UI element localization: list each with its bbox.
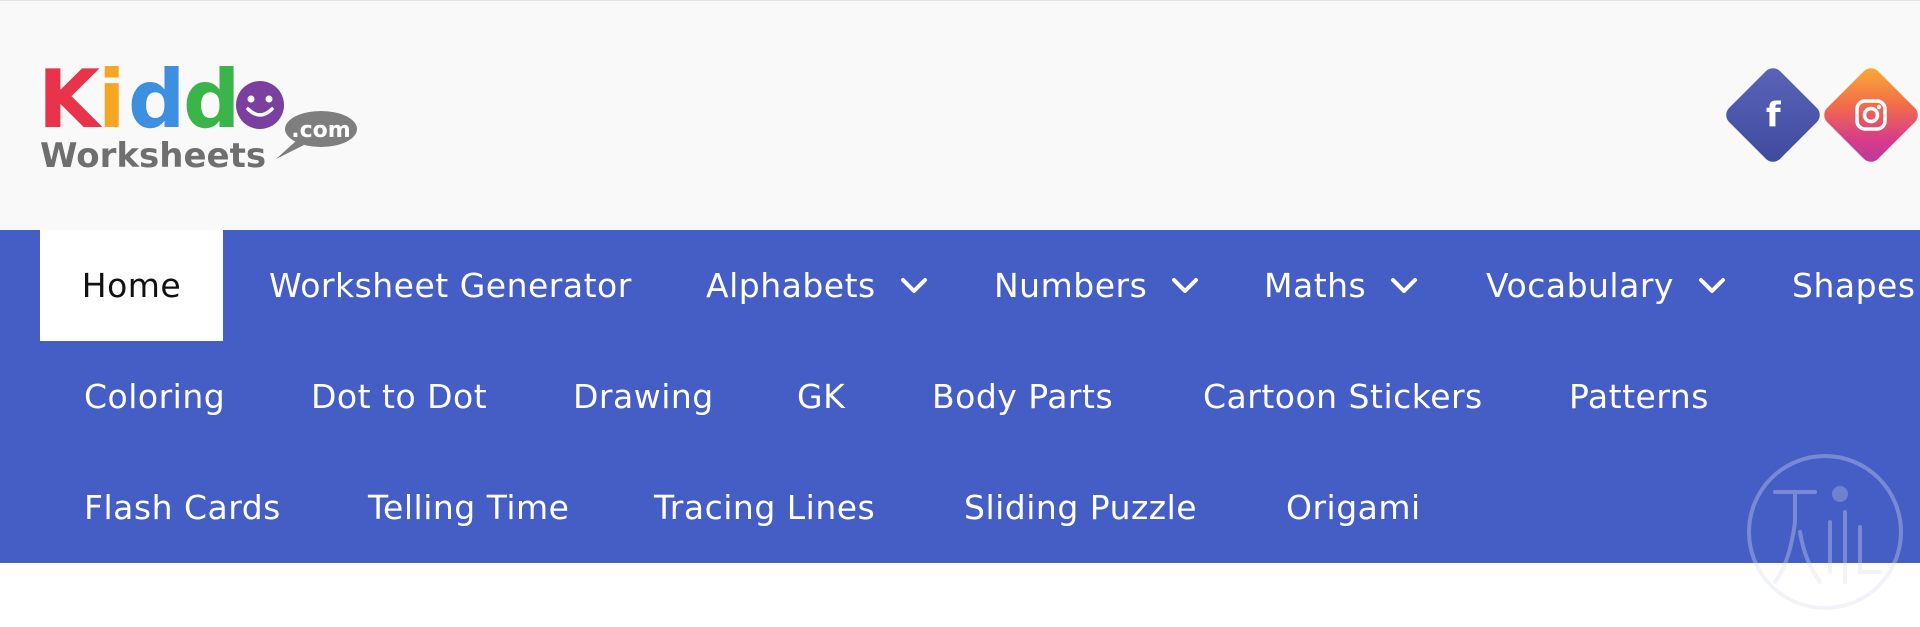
nav-item-label: Origami [1286,488,1421,527]
nav-item-telling-time[interactable]: Telling Time [368,452,569,563]
instagram-link[interactable] [1820,64,1920,166]
nav-item-label: Tracing Lines [654,488,876,527]
nav-item-cartoon-stickers[interactable]: Cartoon Stickers [1203,341,1483,452]
logo-subtitle: Worksheets [40,136,266,176]
nav-item-tracing-lines[interactable]: Tracing Lines [654,452,875,563]
nav-item-sliding-puzzle[interactable]: Sliding Puzzle [964,452,1197,563]
nav-item-label: Shapes [1792,266,1916,305]
nav-item-label: Drawing [573,377,714,416]
chevron-down-icon [900,277,927,293]
nav-row-2: Coloring Dot to Dot Drawing GK Body Part… [0,341,1920,452]
logo-tld-bubble: .com [276,111,357,159]
nav-item-maths[interactable]: Maths [1264,230,1418,341]
site-logo[interactable]: K i d d Worksheets .com [38,55,368,177]
nav-item-drawing[interactable]: Drawing [573,341,714,452]
nav-item-label: Cartoon Stickers [1203,377,1483,416]
chevron-down-icon [1391,277,1418,293]
nav-item-label: Worksheet Generator [269,266,632,305]
logo-letter-k: K [38,55,103,146]
nav-item-label: Home [81,266,182,305]
nav-item-label: Maths [1264,266,1367,305]
logo-letter-i: i [98,55,125,146]
nav-item-gk[interactable]: GK [797,341,845,452]
nav-row-3: Flash Cards Telling Time Tracing Lines S… [0,452,1920,563]
nav-row-1: Home Worksheet Generator Alphabets Numbe… [0,230,1920,341]
logo-tld: .com [291,118,350,143]
nav-item-patterns[interactable]: Patterns [1569,341,1709,452]
nav-item-alphabets[interactable]: Alphabets [706,230,928,341]
chevron-down-icon [1172,277,1199,293]
nav-item-origami[interactable]: Origami [1286,452,1421,563]
nav-item-label: Vocabulary [1486,266,1674,305]
nav-item-label: Sliding Puzzle [964,488,1198,527]
logo-graphic: K i d d Worksheets .com [38,55,357,176]
nav-item-worksheet-generator[interactable]: Worksheet Generator [269,230,632,341]
nav-item-label: GK [797,377,846,416]
nav-item-coloring[interactable]: Coloring [84,341,225,452]
nav-item-label: Coloring [84,377,226,416]
nav-item-shapes[interactable]: Shapes [1792,230,1916,341]
facebook-icon: f [1765,94,1781,135]
main-navigation: Home Worksheet Generator Alphabets Numbe… [0,230,1920,563]
nav-item-vocabulary[interactable]: Vocabulary [1486,230,1726,341]
logo-letter-d1: d [128,55,185,146]
facebook-link[interactable]: f [1722,64,1824,166]
nav-item-label: Patterns [1569,377,1709,416]
nav-item-dot-to-dot[interactable]: Dot to Dot [311,341,487,452]
instagram-icon [1853,97,1889,133]
nav-item-flash-cards[interactable]: Flash Cards [84,452,281,563]
logo-letter-d2: d [183,55,240,146]
smiley-o-icon [236,81,284,129]
nav-item-label: Telling Time [368,488,570,527]
nav-item-label: Body Parts [932,377,1114,416]
nav-item-body-parts[interactable]: Body Parts [932,341,1113,452]
nav-item-home[interactable]: Home [40,230,223,341]
nav-item-label: Dot to Dot [311,377,488,416]
site-header: K i d d Worksheets .com f [0,0,1920,230]
page: K i d d Worksheets .com f Home Worksheet… [0,0,1920,627]
chevron-down-icon [1698,277,1725,293]
nav-item-label: Flash Cards [84,488,281,527]
nav-item-label: Alphabets [706,266,876,305]
nav-item-label: Numbers [994,266,1148,305]
nav-item-numbers[interactable]: Numbers [994,230,1199,341]
